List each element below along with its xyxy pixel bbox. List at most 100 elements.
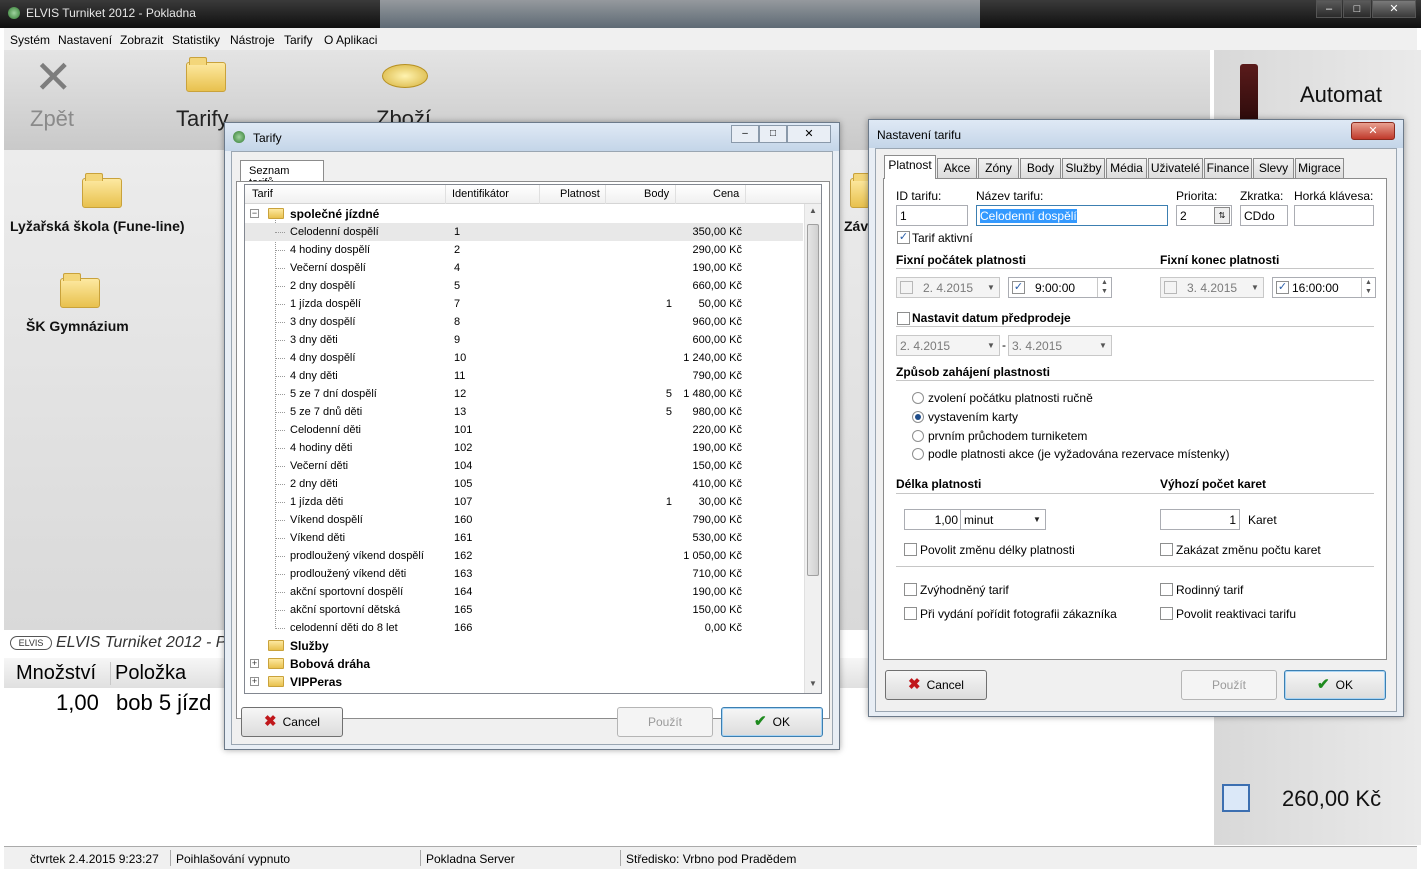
tariff-row[interactable]: Celodenní dospělí 1 350,00 Kč bbox=[245, 223, 803, 241]
length-field[interactable]: 1,00 bbox=[904, 509, 962, 530]
col-tariff[interactable]: Tarif bbox=[252, 188, 273, 200]
tab-tariff-list[interactable]: Seznam tarifů bbox=[240, 160, 324, 189]
cancel-button[interactable]: ✖ Cancel bbox=[241, 707, 343, 737]
menu-system[interactable]: Systém bbox=[10, 33, 50, 47]
tab-platnost[interactable]: Platnost bbox=[884, 155, 936, 179]
dropdown-arrow-icon[interactable]: ▼ bbox=[1247, 278, 1263, 297]
expand-icon[interactable]: + bbox=[250, 677, 259, 686]
radio-manual[interactable] bbox=[912, 392, 924, 404]
photo-checkbox[interactable] bbox=[904, 607, 917, 620]
end-date-checkbox[interactable] bbox=[1164, 281, 1177, 294]
tile-ski-school[interactable]: Lyžařská škola (Fune-line) bbox=[10, 170, 210, 240]
menu-view[interactable]: Zobrazit bbox=[120, 33, 163, 47]
minimize-button[interactable]: – bbox=[731, 125, 759, 143]
scroll-thumb[interactable] bbox=[807, 224, 819, 576]
close-button[interactable]: ✕ bbox=[1351, 122, 1395, 140]
dropdown-arrow-icon[interactable]: ▼ bbox=[983, 278, 999, 297]
tab-migrace[interactable]: Migrace bbox=[1295, 158, 1344, 178]
tab-služby[interactable]: Služby bbox=[1062, 158, 1105, 178]
family-checkbox[interactable] bbox=[1160, 583, 1173, 596]
cards-field[interactable]: 1 bbox=[1160, 509, 1240, 530]
short-field[interactable]: CDdo bbox=[1240, 205, 1288, 226]
id-field[interactable]: 1 bbox=[896, 205, 968, 226]
scroll-down-icon[interactable]: ▼ bbox=[809, 679, 817, 688]
col-points[interactable]: Body bbox=[644, 188, 669, 200]
presale-checkbox[interactable] bbox=[897, 312, 910, 325]
menu-settings[interactable]: Nastavení bbox=[58, 33, 112, 47]
back-button[interactable]: ✕ Zpět bbox=[24, 54, 84, 134]
spin-icon[interactable]: ▲ ▼ bbox=[1097, 278, 1111, 297]
minimize-button[interactable]: – bbox=[1316, 0, 1342, 18]
ok-button[interactable]: ✔ OK bbox=[721, 707, 823, 737]
collapse-icon[interactable]: − bbox=[250, 209, 259, 218]
tariff-row[interactable]: 4 dny dospělí 10 1 240,00 Kč bbox=[245, 349, 803, 367]
tab-média[interactable]: Média bbox=[1106, 158, 1147, 178]
presale-from-field[interactable]: 2. 4.2015 ▼ bbox=[896, 335, 1000, 356]
tariff-row[interactable]: akční sportovní dětská 165 150,00 Kč bbox=[245, 601, 803, 619]
tariff-row[interactable]: 3 dny děti 9 600,00 Kč bbox=[245, 331, 803, 349]
tariff-row[interactable]: 1 jízda dospělí 7 1 50,00 Kč bbox=[245, 295, 803, 313]
spin-icon[interactable]: ⇅ bbox=[1214, 207, 1230, 224]
allow-length-change-checkbox[interactable] bbox=[904, 543, 917, 556]
tab-slevy[interactable]: Slevy bbox=[1253, 158, 1294, 178]
col-validity[interactable]: Platnost bbox=[560, 188, 600, 200]
tariff-row[interactable]: celodenní děti do 8 let 166 0,00 Kč bbox=[245, 619, 803, 637]
dropdown-arrow-icon[interactable]: ▼ bbox=[1029, 510, 1045, 529]
end-time-field[interactable]: ✓ 16:00:00 ▲ ▼ bbox=[1272, 277, 1376, 298]
close-button[interactable]: ✕ bbox=[1372, 0, 1416, 18]
list-scrollbar[interactable]: ▲ ▼ bbox=[804, 204, 821, 693]
tab-uživatelé[interactable]: Uživatelé bbox=[1148, 158, 1203, 178]
tariff-row[interactable]: prodloužený víkend děti 163 710,00 Kč bbox=[245, 565, 803, 583]
tariff-row[interactable]: 4 dny děti 11 790,00 Kč bbox=[245, 367, 803, 385]
dropdown-arrow-icon[interactable]: ▼ bbox=[1095, 336, 1111, 355]
receipt-check-icon[interactable] bbox=[1222, 784, 1250, 812]
radio-first-pass[interactable] bbox=[912, 430, 924, 442]
tariff-row[interactable]: 3 dny dospělí 8 960,00 Kč bbox=[245, 313, 803, 331]
tariff-row[interactable]: 5 ze 7 dní dospělí 12 5 1 480,00 Kč bbox=[245, 385, 803, 403]
col-price[interactable]: Cena bbox=[713, 188, 739, 200]
tariff-row[interactable]: Večerní děti 104 150,00 Kč bbox=[245, 457, 803, 475]
length-unit-select[interactable]: minut ▼ bbox=[960, 509, 1046, 530]
close-button[interactable]: ✕ bbox=[787, 125, 831, 143]
group-row[interactable]: + Bobová dráha bbox=[245, 655, 803, 673]
tariff-row[interactable]: akční sportovní dospělí 164 190,00 Kč bbox=[245, 583, 803, 601]
settings-ok-button[interactable]: ✔ OK bbox=[1284, 670, 1386, 700]
col-identifier[interactable]: Identifikátor bbox=[452, 188, 509, 200]
spin-icon[interactable]: ▲ ▼ bbox=[1361, 278, 1375, 297]
reactivation-checkbox[interactable] bbox=[1160, 607, 1173, 620]
tariff-row[interactable]: Celodenní děti 101 220,00 Kč bbox=[245, 421, 803, 439]
priority-field[interactable]: 2 ⇅ bbox=[1176, 205, 1232, 226]
tariff-row[interactable]: 1 jízda děti 107 1 30,00 Kč bbox=[245, 493, 803, 511]
tab-akce[interactable]: Akce bbox=[937, 158, 977, 178]
hotkey-field[interactable] bbox=[1294, 205, 1374, 226]
apply-button[interactable]: Použít bbox=[617, 707, 713, 737]
expand-icon[interactable]: + bbox=[250, 659, 259, 668]
deny-card-change-checkbox[interactable] bbox=[1160, 543, 1173, 556]
tariff-row[interactable]: 2 dny dospělí 5 660,00 Kč bbox=[245, 277, 803, 295]
name-field[interactable]: Celodenní dospělí bbox=[976, 205, 1168, 226]
maximize-button[interactable]: □ bbox=[759, 125, 787, 143]
tariff-row[interactable]: 2 dny děti 105 410,00 Kč bbox=[245, 475, 803, 493]
tariff-row[interactable]: Víkend děti 161 530,00 Kč bbox=[245, 529, 803, 547]
tariff-row[interactable]: Víkend dospělí 160 790,00 Kč bbox=[245, 511, 803, 529]
tariff-tree-list[interactable]: Tarif Identifikátor Platnost Body Cena −… bbox=[244, 184, 822, 694]
tab-zóny[interactable]: Zóny bbox=[978, 158, 1019, 178]
presale-to-field[interactable]: 3. 4.2015 ▼ bbox=[1008, 335, 1112, 356]
tariff-row[interactable]: 4 hodiny děti 102 190,00 Kč bbox=[245, 439, 803, 457]
menu-statistics[interactable]: Statistiky bbox=[172, 33, 220, 47]
maximize-button[interactable]: □ bbox=[1343, 0, 1371, 18]
settings-cancel-button[interactable]: ✖ Cancel bbox=[885, 670, 987, 700]
start-time-checkbox[interactable]: ✓ bbox=[1012, 281, 1025, 294]
group-row-open[interactable]: − společné jízdné bbox=[245, 205, 803, 223]
tariff-row[interactable]: Večerní dospělí 4 190,00 Kč bbox=[245, 259, 803, 277]
tariff-row[interactable]: 5 ze 7 dnů děti 13 5 980,00 Kč bbox=[245, 403, 803, 421]
settings-apply-button[interactable]: Použít bbox=[1181, 670, 1277, 700]
menu-tariffs[interactable]: Tarify bbox=[284, 33, 313, 47]
end-date-field[interactable]: 3. 4.2015 ▼ bbox=[1160, 277, 1264, 298]
start-time-field[interactable]: ✓ 9:00:00 ▲ ▼ bbox=[1008, 277, 1112, 298]
end-time-checkbox[interactable]: ✓ bbox=[1276, 281, 1289, 294]
tariff-row[interactable]: 4 hodiny dospělí 2 290,00 Kč bbox=[245, 241, 803, 259]
tab-body[interactable]: Body bbox=[1020, 158, 1061, 178]
tariff-row[interactable]: prodloužený víkend dospělí 162 1 050,00 Kč bbox=[245, 547, 803, 565]
discounted-checkbox[interactable] bbox=[904, 583, 917, 596]
